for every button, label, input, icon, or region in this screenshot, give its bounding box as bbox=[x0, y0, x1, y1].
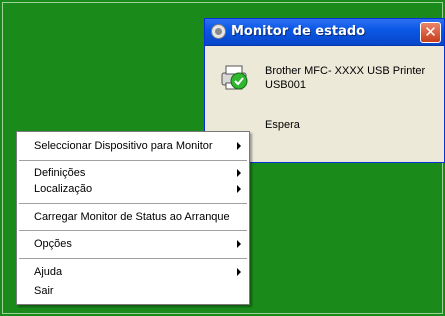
menu-separator bbox=[19, 160, 247, 161]
submenu-arrow-icon bbox=[237, 169, 241, 177]
menu-item-help[interactable]: Ajuda bbox=[34, 266, 62, 278]
printer-check-icon bbox=[221, 65, 248, 90]
menu-separator bbox=[19, 258, 247, 259]
window-title: Monitor de estado bbox=[231, 24, 366, 39]
status-text: Espera bbox=[265, 119, 300, 131]
status-monitor-icon bbox=[211, 24, 226, 39]
menu-item-settings[interactable]: Definições bbox=[34, 167, 85, 179]
menu-item-exit[interactable]: Sair bbox=[34, 285, 54, 297]
menu-item-options[interactable]: Opções bbox=[34, 238, 72, 250]
submenu-arrow-icon bbox=[237, 142, 241, 150]
menu-separator bbox=[19, 203, 247, 204]
menu-item-location[interactable]: Localização bbox=[34, 183, 92, 195]
device-name: Brother MFC- XXXX USB Printer bbox=[265, 65, 426, 77]
device-port: USB001 bbox=[265, 79, 306, 91]
context-menu: Seleccionar Dispositivo para Monitor Def… bbox=[16, 131, 250, 305]
menu-item-load-on-startup[interactable]: Carregar Monitor de Status ao Arranque bbox=[34, 211, 230, 223]
close-button[interactable]: ✕ bbox=[420, 22, 441, 43]
menu-item-select-device[interactable]: Seleccionar Dispositivo para Monitor bbox=[34, 140, 213, 152]
submenu-arrow-icon bbox=[237, 268, 241, 276]
menu-separator bbox=[19, 230, 247, 231]
title-bar[interactable]: Monitor de estado ✕ bbox=[205, 19, 444, 46]
submenu-arrow-icon bbox=[237, 185, 241, 193]
submenu-arrow-icon bbox=[237, 240, 241, 248]
